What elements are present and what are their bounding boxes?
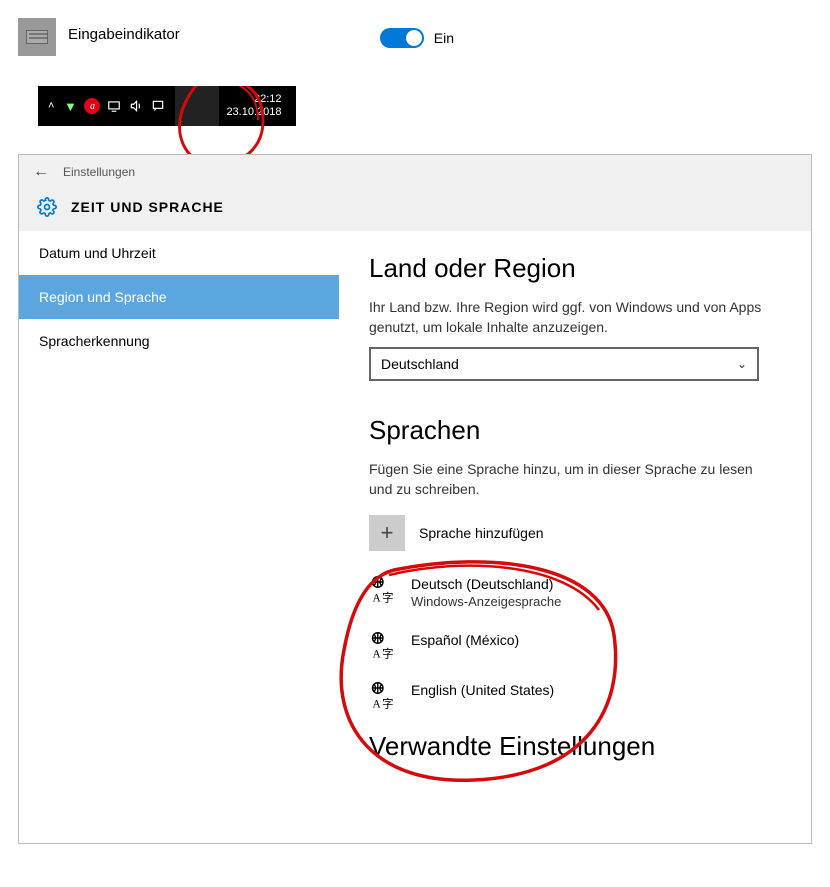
add-language-label: Sprache hinzufügen (419, 525, 544, 541)
input-indicator-label: Eingabeindikator (68, 18, 180, 43)
svg-text:字: 字 (382, 646, 393, 659)
language-name: English (United States) (411, 681, 554, 699)
settings-app-title: Einstellungen (63, 165, 135, 179)
settings-nav: Datum und Uhrzeit Region und Sprache Spr… (19, 231, 339, 844)
languages-title: Sprachen (369, 415, 781, 446)
language-item-english[interactable]: A 字 English (United States) (369, 681, 781, 709)
svg-text:字: 字 (382, 696, 393, 709)
back-arrow-icon[interactable]: ← (33, 163, 49, 181)
region-title: Land oder Region (369, 253, 781, 284)
clock-time: 22:12 (226, 93, 281, 106)
language-glyph-icon: A 字 (369, 575, 397, 603)
svg-text:A: A (373, 698, 382, 709)
nav-item-date-time[interactable]: Datum und Uhrzeit (19, 231, 339, 275)
language-name: Deutsch (Deutschland) (411, 575, 561, 593)
add-language-button[interactable]: + Sprache hinzufügen (369, 515, 781, 551)
volume-tray-icon[interactable] (128, 98, 144, 114)
action-center-tray-icon[interactable] (150, 98, 166, 114)
related-settings-title: Verwandte Einstellungen (369, 731, 781, 762)
svg-text:A: A (373, 648, 382, 659)
settings-content: Land oder Region Ihr Land bzw. Ihre Regi… (339, 231, 811, 844)
language-glyph-icon: A 字 (369, 681, 397, 709)
country-selected: Deutschland (381, 356, 459, 372)
tray-overflow-chevron-icon[interactable]: ˄ (48, 100, 54, 112)
language-subtitle: Windows-Anzeigesprache (411, 594, 561, 609)
language-item-spanish[interactable]: A 字 Español (México) (369, 631, 781, 659)
nav-item-region-language[interactable]: Region und Sprache (19, 275, 339, 319)
svg-text:A: A (373, 593, 382, 604)
keyboard-icon (18, 18, 56, 56)
windows-defender-tray-icon[interactable]: ▼ (62, 98, 78, 114)
language-indicator-missing-area[interactable] (175, 86, 219, 126)
language-item-german[interactable]: A 字 Deutsch (Deutschland) Windows-Anzeig… (369, 575, 781, 608)
language-name: Español (México) (411, 631, 519, 649)
clock-date: 23.10.2018 (226, 106, 281, 119)
region-description: Ihr Land bzw. Ihre Region wird ggf. von … (369, 298, 779, 337)
input-indicator-toggle[interactable] (380, 28, 424, 48)
country-dropdown[interactable]: Deutschland ⌄ (369, 347, 759, 381)
settings-section-header: ZEIT UND SPRACHE (71, 199, 224, 215)
nav-item-speech[interactable]: Spracherkennung (19, 319, 339, 363)
taskbar: ˄ ▼ a 22:12 23.10.2018 (38, 86, 296, 126)
language-glyph-icon: A 字 (369, 631, 397, 659)
avira-tray-icon[interactable]: a (84, 98, 100, 114)
chevron-down-icon: ⌄ (737, 357, 747, 371)
clock[interactable]: 22:12 23.10.2018 (222, 93, 281, 119)
svg-text:字: 字 (382, 591, 393, 604)
gear-icon (37, 197, 57, 217)
toggle-state-label: Ein (434, 30, 454, 46)
settings-window: ← Einstellungen ZEIT UND SPRACHE Datum u… (18, 154, 812, 844)
plus-icon: + (369, 515, 405, 551)
network-tray-icon[interactable] (106, 98, 122, 114)
languages-description: Fügen Sie eine Sprache hinzu, um in dies… (369, 460, 779, 499)
